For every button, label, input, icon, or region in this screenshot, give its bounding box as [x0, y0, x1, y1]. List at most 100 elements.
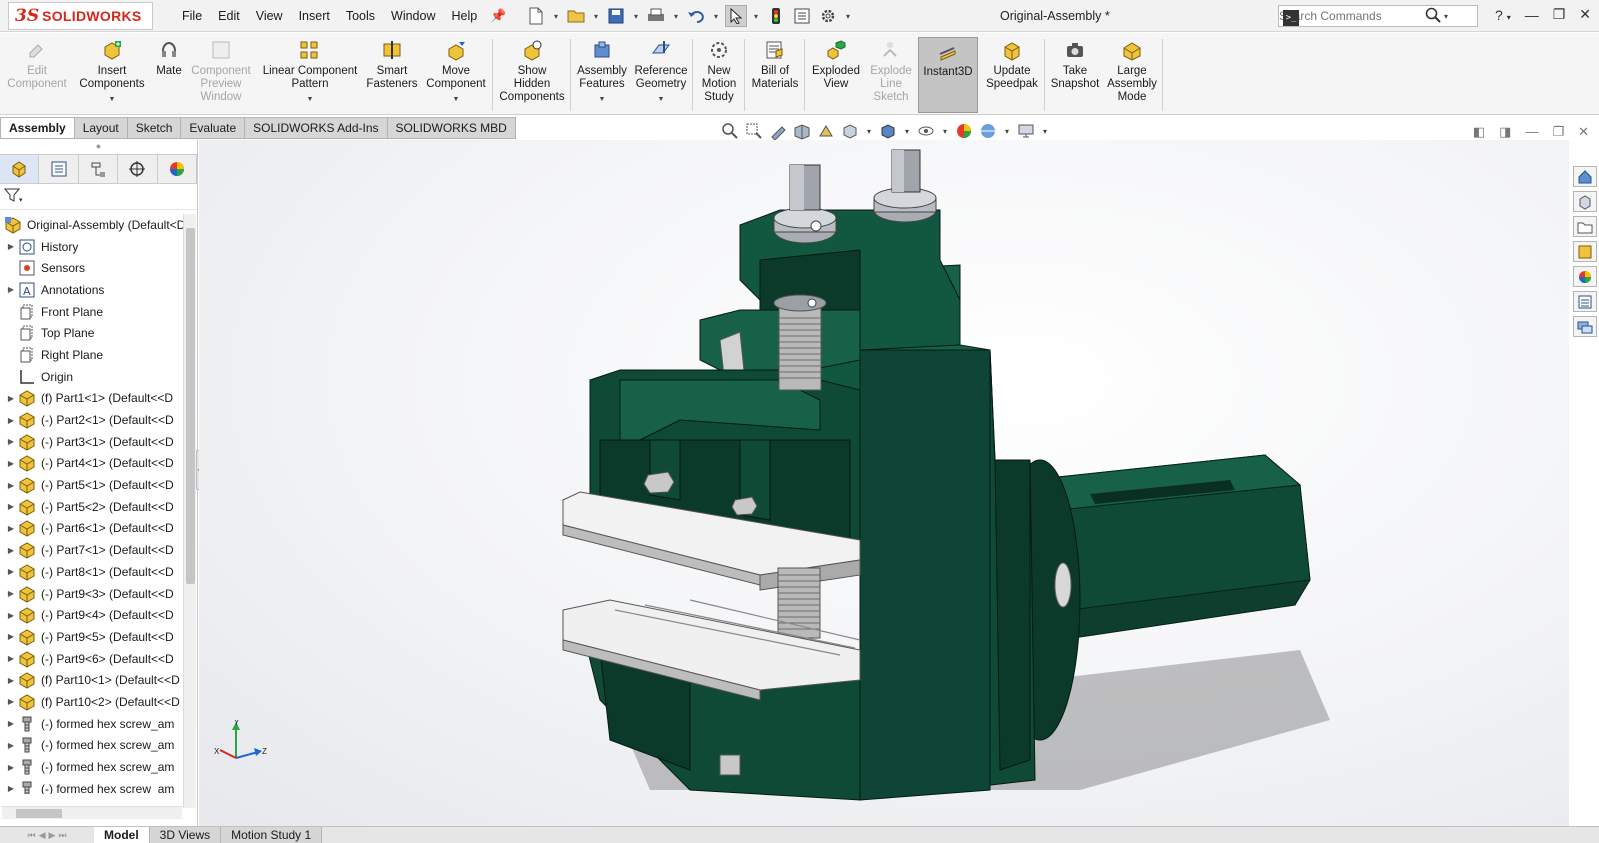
tree-filter[interactable]: ▾	[0, 184, 197, 210]
expand-arrow-icon[interactable]: ▶	[4, 459, 18, 468]
solidworks-resources-icon[interactable]	[1573, 166, 1597, 187]
filter-funnel-icon[interactable]: ▾	[3, 187, 24, 206]
instant3d-button[interactable]: Instant3D	[918, 37, 978, 113]
smart-fasteners-button[interactable]: Smart Fasteners	[364, 37, 420, 113]
tree-item[interactable]: ▶ (-) Part7<1> (Default<<D	[0, 539, 183, 561]
dynamic-annotation-icon[interactable]	[816, 121, 836, 141]
tree-item[interactable]: ▶ (-) Part5<2> (Default<<D	[0, 496, 183, 518]
tab-assembly[interactable]: Assembly	[0, 117, 75, 139]
tree-item[interactable]: Front Plane	[0, 301, 183, 323]
search-icon[interactable]	[1425, 7, 1441, 26]
tab-solidworks-mbd[interactable]: SOLIDWORKS MBD	[387, 117, 516, 139]
undo-icon[interactable]	[685, 5, 707, 27]
machine-vise-model[interactable]	[199, 140, 1569, 826]
options-gear-icon[interactable]	[817, 5, 839, 27]
bom-button[interactable]: Bill of Materials	[748, 37, 802, 113]
expand-arrow-icon[interactable]: ▶	[4, 546, 18, 555]
panel-grip[interactable]: ●	[0, 140, 197, 154]
menu-view[interactable]: View	[248, 9, 291, 23]
hide-show-items-icon[interactable]	[916, 121, 936, 141]
next-tab-icon[interactable]: ▶	[49, 830, 56, 841]
viewport-tile-right-icon[interactable]: ◨	[1499, 124, 1511, 140]
graphics-area[interactable]	[199, 140, 1569, 826]
tree-item[interactable]: ▶ (-) Part6<1> (Default<<D	[0, 518, 183, 540]
tab-scroll-arrows[interactable]: ⏮ ◀ ▶ ⏭	[0, 827, 94, 843]
menu-edit[interactable]: Edit	[210, 9, 248, 23]
forum-icon[interactable]	[1573, 316, 1597, 337]
linear-pattern-button[interactable]: Linear Component Pattern ▼	[258, 37, 362, 113]
tree-vertical-scrollbar[interactable]	[183, 214, 196, 808]
tree-item[interactable]: ▶ (-) Part9<4> (Default<<D	[0, 604, 183, 626]
last-tab-icon[interactable]: ⏭	[58, 830, 66, 841]
tree-item[interactable]: Sensors	[0, 257, 183, 279]
prev-tab-icon[interactable]: ◀	[39, 830, 46, 841]
tree-item[interactable]: ▶ (f) Part10<1> (Default<<D	[0, 669, 183, 691]
assembly-features-button[interactable]: Assembly Features ▼	[574, 37, 630, 113]
print-dropdown-icon[interactable]: ▾	[671, 12, 681, 21]
expand-arrow-icon[interactable]: ▶	[4, 784, 18, 793]
save-dropdown-icon[interactable]: ▾	[631, 12, 641, 21]
expand-arrow-icon[interactable]: ▶	[4, 416, 18, 425]
help-button[interactable]: ? ▾	[1495, 7, 1511, 23]
command-dropdown-icon[interactable]: ▼	[658, 93, 665, 106]
tree-item[interactable]: ▶ (-) formed hex screw_am	[0, 778, 183, 794]
expand-arrow-icon[interactable]: ▶	[4, 611, 18, 620]
tree-horizontal-scrollbar[interactable]	[2, 806, 182, 819]
tree-item[interactable]: ▶ (-) formed hex screw_am	[0, 735, 183, 757]
viewport-restore-icon[interactable]: ❐	[1552, 124, 1564, 140]
select-dropdown-icon[interactable]: ▾	[751, 12, 761, 21]
command-dropdown-icon[interactable]: ▼	[453, 93, 460, 106]
solidworks-logo[interactable]: 3S SOLIDWORKS	[8, 2, 153, 30]
viewport-tile-left-icon[interactable]: ◧	[1473, 124, 1485, 140]
menu-tools[interactable]: Tools	[338, 9, 383, 23]
file-properties-icon[interactable]	[791, 5, 813, 27]
print-icon[interactable]	[645, 5, 667, 27]
tree-item[interactable]: ▶ (-) Part4<1> (Default<<D	[0, 453, 183, 475]
menu-insert[interactable]: Insert	[291, 9, 338, 23]
featuremanager-tab-icon[interactable]	[0, 155, 40, 183]
expand-arrow-icon[interactable]: ▶	[4, 676, 18, 685]
expand-arrow-icon[interactable]: ▶	[4, 394, 18, 403]
tree-item[interactable]: ▶ (-) Part5<1> (Default<<D	[0, 474, 183, 496]
new-document-icon[interactable]	[525, 5, 547, 27]
command-dropdown-icon[interactable]: ▼	[307, 93, 314, 106]
search-dropdown-icon[interactable]: ▾	[1441, 12, 1451, 21]
close-icon[interactable]: ✕	[1579, 6, 1591, 23]
section-view-icon[interactable]	[792, 121, 812, 141]
custom-properties-icon[interactable]	[1573, 291, 1597, 312]
file-explorer-icon[interactable]	[1573, 216, 1597, 237]
save-icon[interactable]	[605, 5, 627, 27]
view-palette-icon[interactable]	[1573, 241, 1597, 262]
view-settings-icon[interactable]	[1016, 121, 1036, 141]
command-dropdown-icon[interactable]: ▼	[599, 93, 606, 106]
previous-view-icon[interactable]	[768, 121, 788, 141]
dimxpertmanager-tab-icon[interactable]	[118, 155, 158, 183]
bottom-tab-motion-study-1[interactable]: Motion Study 1	[221, 827, 323, 843]
menu-file[interactable]: File	[174, 9, 210, 23]
tree-item[interactable]: ▶ (-) Part9<5> (Default<<D	[0, 626, 183, 648]
select-cursor-icon[interactable]	[725, 5, 747, 27]
expand-arrow-icon[interactable]: ▶	[4, 481, 18, 490]
component-preview-button[interactable]: Component Preview Window	[188, 37, 254, 113]
edit-component-button[interactable]: Edit Component	[4, 37, 70, 113]
appearances-scenes-icon[interactable]	[1573, 266, 1597, 287]
apply-scene-dropdown-icon[interactable]: ▾	[1002, 127, 1012, 136]
hide-show-dropdown-icon[interactable]: ▾	[940, 127, 950, 136]
expand-arrow-icon[interactable]: ▶	[4, 285, 18, 294]
tree-item[interactable]: ▶ (-) Part8<1> (Default<<D	[0, 561, 183, 583]
snapshot-button[interactable]: Take Snapshot	[1048, 37, 1102, 113]
first-tab-icon[interactable]: ⏮	[27, 830, 35, 841]
viewport-minimize-icon[interactable]: —	[1525, 124, 1538, 140]
bottom-tab-3d-views[interactable]: 3D Views	[149, 827, 222, 843]
restore-icon[interactable]: ❐	[1553, 6, 1566, 23]
move-component-button[interactable]: Move Component ▼	[422, 37, 490, 113]
scroll-thumb[interactable]	[186, 228, 195, 584]
tree-item[interactable]: ▶ (-) formed hex screw_am	[0, 756, 183, 778]
undo-dropdown-icon[interactable]: ▾	[711, 12, 721, 21]
open-folder-icon[interactable]	[565, 5, 587, 27]
view-settings-dropdown-icon[interactable]: ▾	[1040, 127, 1050, 136]
rebuild-icon[interactable]	[765, 5, 787, 27]
options-dropdown-icon[interactable]: ▾	[843, 12, 853, 21]
display-style-icon[interactable]	[878, 121, 898, 141]
tree-item[interactable]: Right Plane	[0, 344, 183, 366]
